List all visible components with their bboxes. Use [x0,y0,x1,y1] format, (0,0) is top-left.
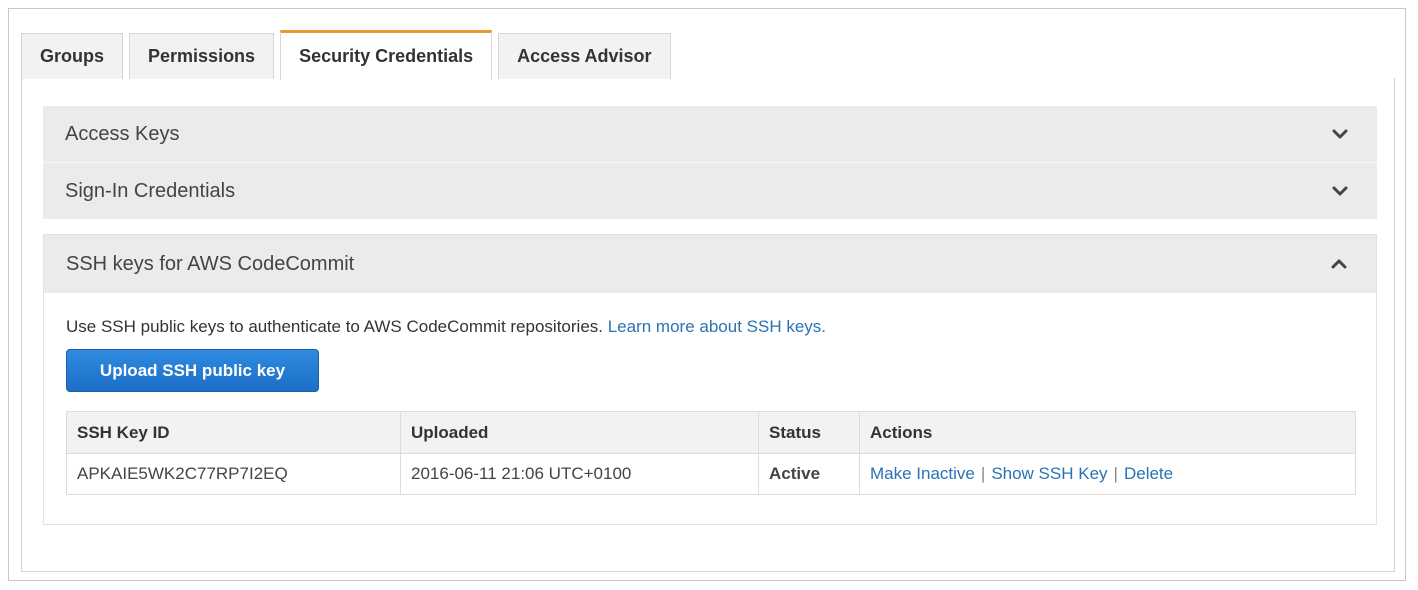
accordion-label: SSH keys for AWS CodeCommit [66,252,355,275]
iam-user-panel: Groups Permissions Security Credentials … [8,8,1406,581]
chevron-down-icon [1331,182,1349,200]
tab-permissions[interactable]: Permissions [129,33,275,79]
actions-cell: Make Inactive | Show SSH Key | Delete [859,453,1356,495]
status-badge: Active [758,453,860,495]
column-header-actions: Actions [859,411,1356,454]
ssh-keys-table: SSH Key ID Uploaded Status Actions APKAI… [66,411,1356,495]
credentials-accordion: Access Keys Sign-In Credentials [43,106,1377,219]
tab-bar: Groups Permissions Security Credentials … [21,25,677,80]
make-inactive-link[interactable]: Make Inactive [870,464,975,483]
accordion-signin-credentials[interactable]: Sign-In Credentials [43,163,1377,219]
column-header-status: Status [758,411,860,454]
chevron-up-icon [1330,255,1348,273]
tab-access-advisor[interactable]: Access Advisor [498,33,671,79]
separator: | [980,464,986,483]
accordion-label: Sign-In Credentials [65,179,236,202]
table-row: APKAIE5WK2C77RP7I2EQ 2016-06-11 21:06 UT… [66,453,1356,495]
accordion-ssh-keys[interactable]: SSH keys for AWS CodeCommit [44,235,1376,293]
column-header-uploaded: Uploaded [400,411,759,454]
accordion-access-keys[interactable]: Access Keys [43,106,1377,162]
show-ssh-key-link[interactable]: Show SSH Key [991,464,1107,483]
separator: | [1113,464,1118,483]
tab-groups[interactable]: Groups [21,33,124,79]
ssh-description: Use SSH public keys to authenticate to A… [66,317,826,337]
key-id-cell: APKAIE5WK2C77RP7I2EQ [66,453,401,495]
chevron-down-icon [1331,125,1349,143]
table-header-row: SSH Key ID Uploaded Status Actions [66,411,1356,454]
learn-more-link[interactable]: Learn more about SSH keys. [608,317,826,336]
delete-link[interactable]: Delete [1124,464,1173,483]
upload-ssh-key-button[interactable]: Upload SSH public key [66,349,319,392]
accordion-label: Access Keys [65,122,180,145]
column-header-key-id: SSH Key ID [66,411,401,454]
tab-security-credentials[interactable]: Security Credentials [280,30,493,80]
uploaded-cell: 2016-06-11 21:06 UTC+0100 [400,453,759,495]
ssh-keys-panel: SSH keys for AWS CodeCommit Use SSH publ… [43,234,1377,525]
description-text: Use SSH public keys to authenticate to A… [66,317,608,336]
